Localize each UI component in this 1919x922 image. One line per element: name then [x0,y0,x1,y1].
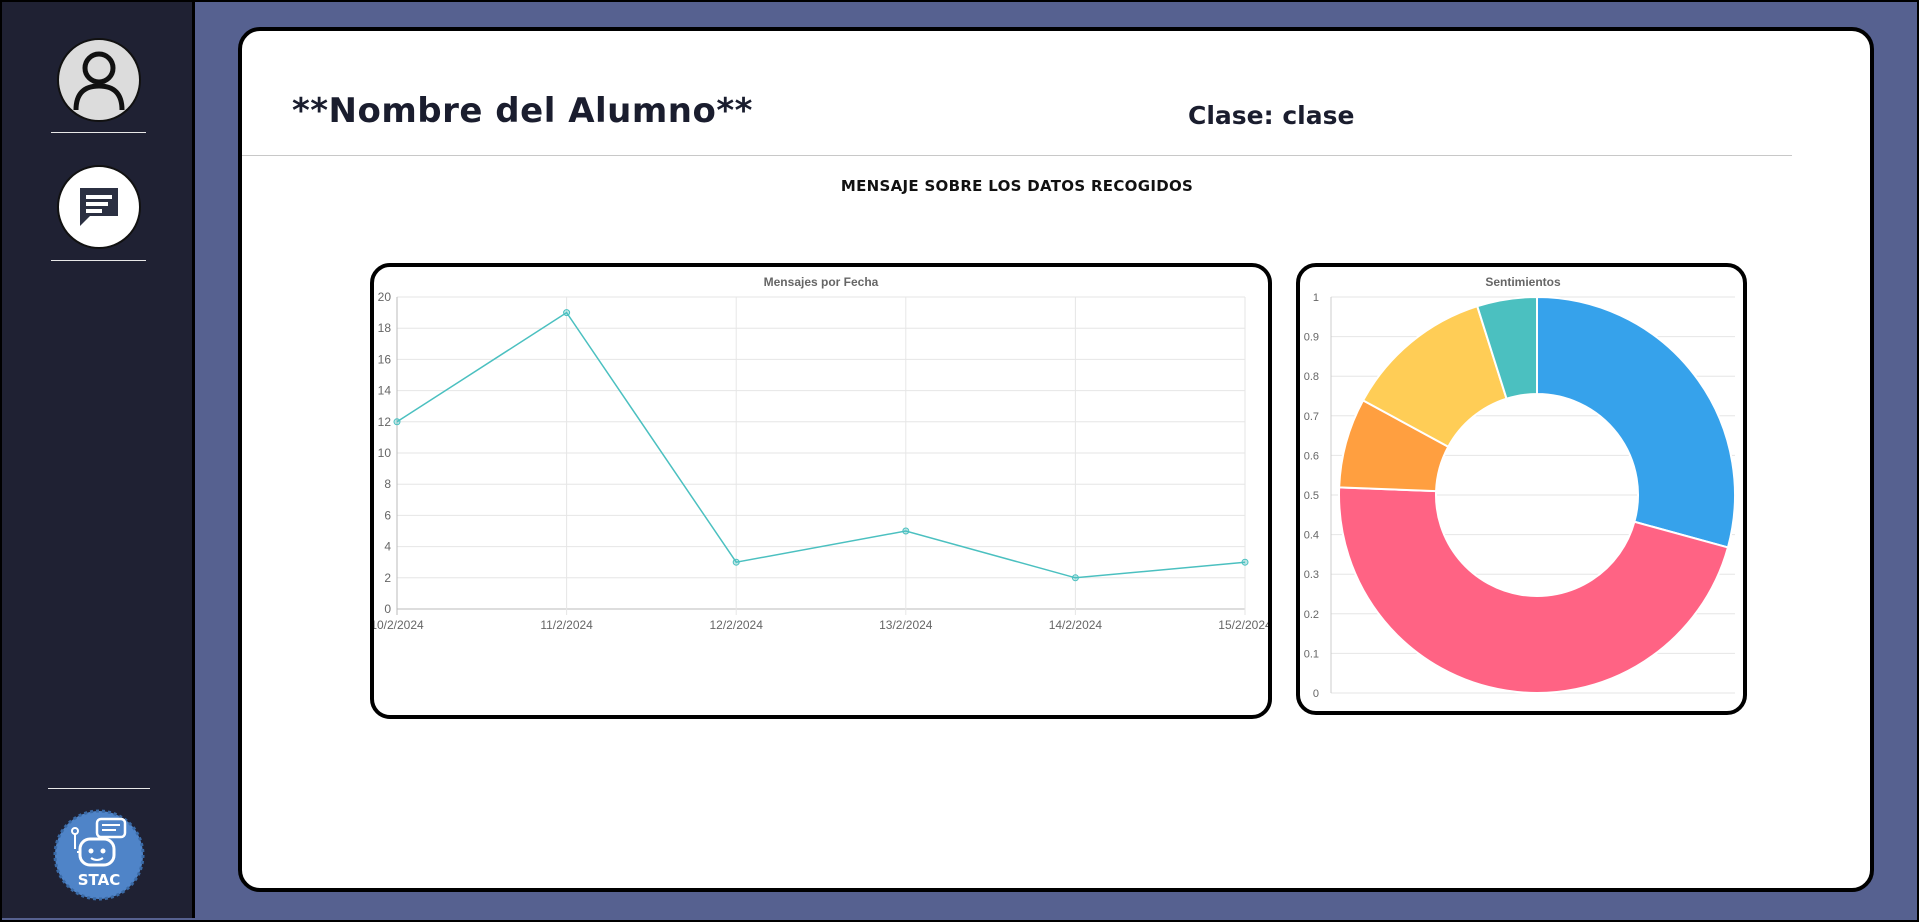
student-name: **Nombre del Alumno** [292,91,753,131]
user-icon [73,51,125,111]
sidebar-divider [48,788,150,789]
main-panel: **Nombre del Alumno** Clase: clase MENSA… [238,27,1874,892]
y-tick-label: 8 [384,477,391,491]
data-message: MENSAJE SOBRE LOS DATOS RECOGIDOS [840,177,1194,195]
data-point [1241,558,1249,566]
chart-title: Mensajes por Fecha [764,275,879,289]
y-tick-label: 0.7 [1304,411,1319,423]
y-tick-label: 4 [384,540,391,554]
doughnut-chart-card: Sentimientos 0 0.1 0.2 0.3 0.4 0.5 0.6 0.7 0.8 0.9… [1296,263,1747,715]
y-tick-label: 2 [384,571,391,585]
y-tick-label: 0.6 [1304,450,1319,462]
x-tick-label: 14/2/2024 [1049,618,1103,632]
y-tick-label: 0.8 [1304,371,1319,383]
sidebar: STAC [2,2,195,918]
stac-logo[interactable]: STAC [53,809,145,901]
y-tick-label: 6 [384,508,391,522]
x-tick-label: 12/2/2024 [710,618,764,632]
chart-title: Sentimientos [1485,275,1561,289]
y-tick-label: 14 [378,384,392,398]
line-chart-card: Mensajes por Fecha 0 2 4 6 8 10 12 14 16 18 20 10/2/… [370,263,1272,719]
x-tick-label: 13/2/2024 [879,618,933,632]
chat-icon [80,188,118,226]
y-tick-label: 18 [378,321,392,335]
sidebar-divider [51,132,146,133]
data-point [732,558,740,566]
x-tick-label: 15/2/2024 [1218,618,1268,632]
data-point [393,418,401,426]
y-tick-label: 0.5 [1304,490,1319,502]
doughnut-slice [1536,295,1736,549]
series-line [396,311,1246,579]
messages-button[interactable] [57,165,141,249]
data-point [563,309,571,317]
y-tick-label: 0.9 [1304,332,1319,344]
logo-text: STAC [78,871,121,889]
line-chart: Mensajes por Fecha 0 2 4 6 8 10 12 14 16 18 20 10/2/… [374,275,1268,632]
profile-button[interactable] [57,38,141,122]
data-point [1071,574,1079,582]
class-label: Clase: clase [1188,101,1355,130]
y-tick-label: 10 [378,446,392,460]
y-tick-label: 16 [378,352,392,366]
y-tick-label: 1 [1313,292,1319,304]
y-tick-label: 0.4 [1304,530,1319,542]
y-tick-label: 0.3 [1304,569,1319,581]
robot-icon: STAC [53,809,145,901]
y-tick-label: 12 [378,415,392,429]
y-tick-label: 0.1 [1304,648,1319,660]
y-tick-label: 0.2 [1304,609,1319,621]
data-point [902,527,910,535]
y-tick-label: 20 [378,290,392,304]
doughnut-chart: Sentimientos 0 0.1 0.2 0.3 0.4 0.5 0.6 0.7 0.8 0.9… [1304,275,1736,700]
x-tick-label: 10/2/2024 [374,618,424,632]
y-tick-label: 0 [384,602,391,616]
x-tick-label: 11/2/2024 [540,618,593,632]
header-divider [242,155,1792,156]
y-tick-label: 0 [1313,688,1319,700]
sidebar-divider [51,260,146,261]
